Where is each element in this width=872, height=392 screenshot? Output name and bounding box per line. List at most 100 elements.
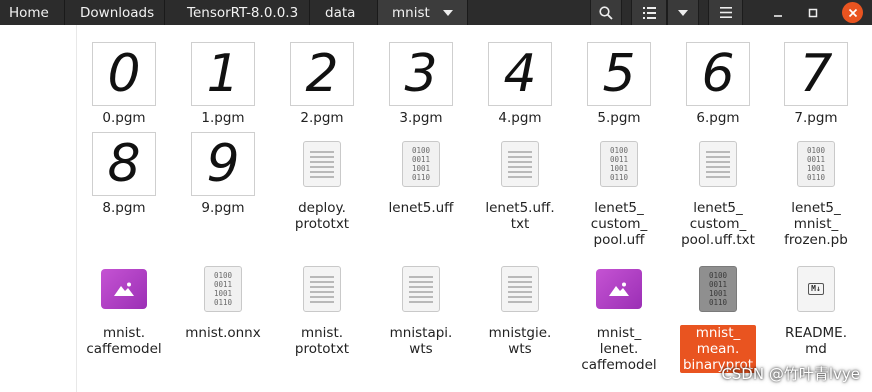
markdown-badge: M↓ <box>808 283 824 295</box>
file-grid: 0 0.pgm 1 1.pgm 2 2.pgm 3 3.pgm 4 4.pgm 5 5.pgm 6 6.p… <box>77 25 872 392</box>
text-file-icon <box>303 266 341 312</box>
text-file-icon <box>699 141 737 187</box>
digit-glyph: 2 <box>305 44 339 104</box>
sidebar <box>0 25 77 392</box>
chevron-down-icon <box>443 9 453 16</box>
digit-glyph: 7 <box>799 44 833 104</box>
file-item[interactable]: mnistgie. wts <box>471 257 569 357</box>
image-thumbnail-icon: 6 <box>686 42 750 106</box>
file-item[interactable]: 5 5.pgm <box>570 42 668 126</box>
file-name: deploy. prototxt <box>294 200 350 232</box>
image-thumbnail-icon: 0 <box>92 42 156 106</box>
file-name: lenet5.uff. txt <box>485 200 555 232</box>
file-name: 9.pgm <box>201 200 245 216</box>
file-item[interactable]: 4 4.pgm <box>471 42 569 126</box>
model-file-icon <box>101 269 147 309</box>
binary-bits: 0100 0011 1001 0110 <box>708 271 728 307</box>
file-item[interactable]: mnist_ lenet. caffemodel <box>570 257 668 373</box>
breadcrumb-label: data <box>325 4 356 21</box>
file-item[interactable]: deploy. prototxt <box>273 132 371 232</box>
breadcrumb-label: Downloads <box>80 4 155 21</box>
file-name: 0.pgm <box>102 110 146 126</box>
text-file-icon <box>501 266 539 312</box>
file-item[interactable]: 8 8.pgm <box>75 132 173 216</box>
image-thumbnail-icon: 3 <box>389 42 453 106</box>
breadcrumb-label: TensorRT-8.0.0.3 <box>187 4 299 21</box>
file-item[interactable]: 9 9.pgm <box>174 132 272 216</box>
header-bar: Home Downloads TensorRT-8.0.0.3 data mni… <box>0 0 872 25</box>
file-item[interactable]: lenet5.uff. txt <box>471 132 569 232</box>
binary-bits: 0100 0011 1001 0110 <box>609 146 629 182</box>
breadcrumb-tensorrt[interactable]: TensorRT-8.0.0.3 <box>165 0 310 25</box>
file-name: mnistapi. wts <box>389 325 453 357</box>
breadcrumb-home[interactable]: Home <box>0 0 65 25</box>
file-name: mnist. prototxt <box>294 325 350 357</box>
file-item[interactable]: 0100 0011 1001 0110 lenet5_ custom_ pool.… <box>570 132 668 248</box>
file-item[interactable]: M↓ README. md <box>767 257 865 357</box>
file-name: lenet5_ custom_ pool.uff.txt <box>681 200 755 248</box>
text-file-icon <box>501 141 539 187</box>
breadcrumb-label: Home <box>9 4 49 21</box>
breadcrumb-mnist[interactable]: mnist <box>378 0 468 25</box>
file-name: mnistgie. wts <box>488 325 552 357</box>
digit-glyph: 0 <box>107 44 141 104</box>
digit-glyph: 9 <box>206 134 240 194</box>
file-item[interactable]: 0100 0011 1001 0110 mnist_ mean. binarypr… <box>669 257 767 373</box>
file-name: 6.pgm <box>696 110 740 126</box>
image-thumbnail-icon: 1 <box>191 42 255 106</box>
file-item[interactable]: 3 3.pgm <box>372 42 470 126</box>
image-thumbnail-icon: 5 <box>587 42 651 106</box>
file-name: mnist_ lenet. caffemodel <box>581 325 657 373</box>
binary-bits: 0100 0011 1001 0110 <box>806 146 826 182</box>
file-name: lenet5_ custom_ pool.uff <box>590 200 648 248</box>
file-item[interactable]: mnist. caffemodel <box>75 257 173 357</box>
menu-button[interactable] <box>708 0 743 25</box>
file-name: 1.pgm <box>201 110 245 126</box>
file-item[interactable]: 2 2.pgm <box>273 42 371 126</box>
file-item[interactable]: 1 1.pgm <box>174 42 272 126</box>
binary-file-icon: 0100 0011 1001 0110 <box>204 266 242 312</box>
hamburger-menu-icon <box>719 7 732 18</box>
close-button[interactable] <box>842 2 863 23</box>
digit-glyph: 3 <box>404 44 438 104</box>
file-item[interactable]: mnistapi. wts <box>372 257 470 357</box>
file-item[interactable]: mnist. prototxt <box>273 257 371 357</box>
digit-glyph: 5 <box>602 44 636 104</box>
image-thumbnail-icon: 2 <box>290 42 354 106</box>
file-name: 2.pgm <box>300 110 344 126</box>
watermark: CSDN @竹叶青lvye <box>721 365 860 383</box>
close-icon <box>848 8 857 17</box>
file-item[interactable]: 0100 0011 1001 0110 lenet5.uff <box>372 132 470 216</box>
breadcrumb-data[interactable]: data <box>310 0 378 25</box>
file-item[interactable]: 0100 0011 1001 0110 mnist.onnx <box>174 257 272 341</box>
file-name: lenet5.uff <box>388 200 454 216</box>
view-options-button[interactable] <box>667 0 699 25</box>
minimize-button[interactable] <box>767 2 788 23</box>
digit-glyph: 4 <box>503 44 537 104</box>
file-name: 7.pgm <box>794 110 838 126</box>
file-item[interactable]: 6 6.pgm <box>669 42 767 126</box>
search-button[interactable] <box>590 0 622 25</box>
file-item[interactable]: 7 7.pgm <box>767 42 865 126</box>
file-item[interactable]: lenet5_ custom_ pool.uff.txt <box>669 132 767 248</box>
model-file-icon <box>596 269 642 309</box>
file-name: 8.pgm <box>102 200 146 216</box>
image-thumbnail-icon: 4 <box>488 42 552 106</box>
file-name: 4.pgm <box>498 110 542 126</box>
file-name: 5.pgm <box>597 110 641 126</box>
file-item[interactable]: 0 0.pgm <box>75 42 173 126</box>
image-thumbnail-icon: 9 <box>191 132 255 196</box>
breadcrumb-downloads[interactable]: Downloads <box>65 0 165 25</box>
digit-glyph: 1 <box>206 44 240 104</box>
text-file-icon <box>402 266 440 312</box>
digit-glyph: 6 <box>701 44 735 104</box>
text-file-icon <box>303 141 341 187</box>
view-toggle-button[interactable] <box>631 0 667 25</box>
file-name: lenet5_ mnist_ frozen.pb <box>784 200 848 248</box>
file-name: mnist.onnx <box>185 325 261 341</box>
chevron-down-icon <box>678 9 688 16</box>
maximize-button[interactable] <box>802 2 823 23</box>
search-icon <box>599 5 613 20</box>
file-item[interactable]: 0100 0011 1001 0110 lenet5_ mnist_ frozen… <box>767 132 865 248</box>
image-thumbnail-icon: 8 <box>92 132 156 196</box>
